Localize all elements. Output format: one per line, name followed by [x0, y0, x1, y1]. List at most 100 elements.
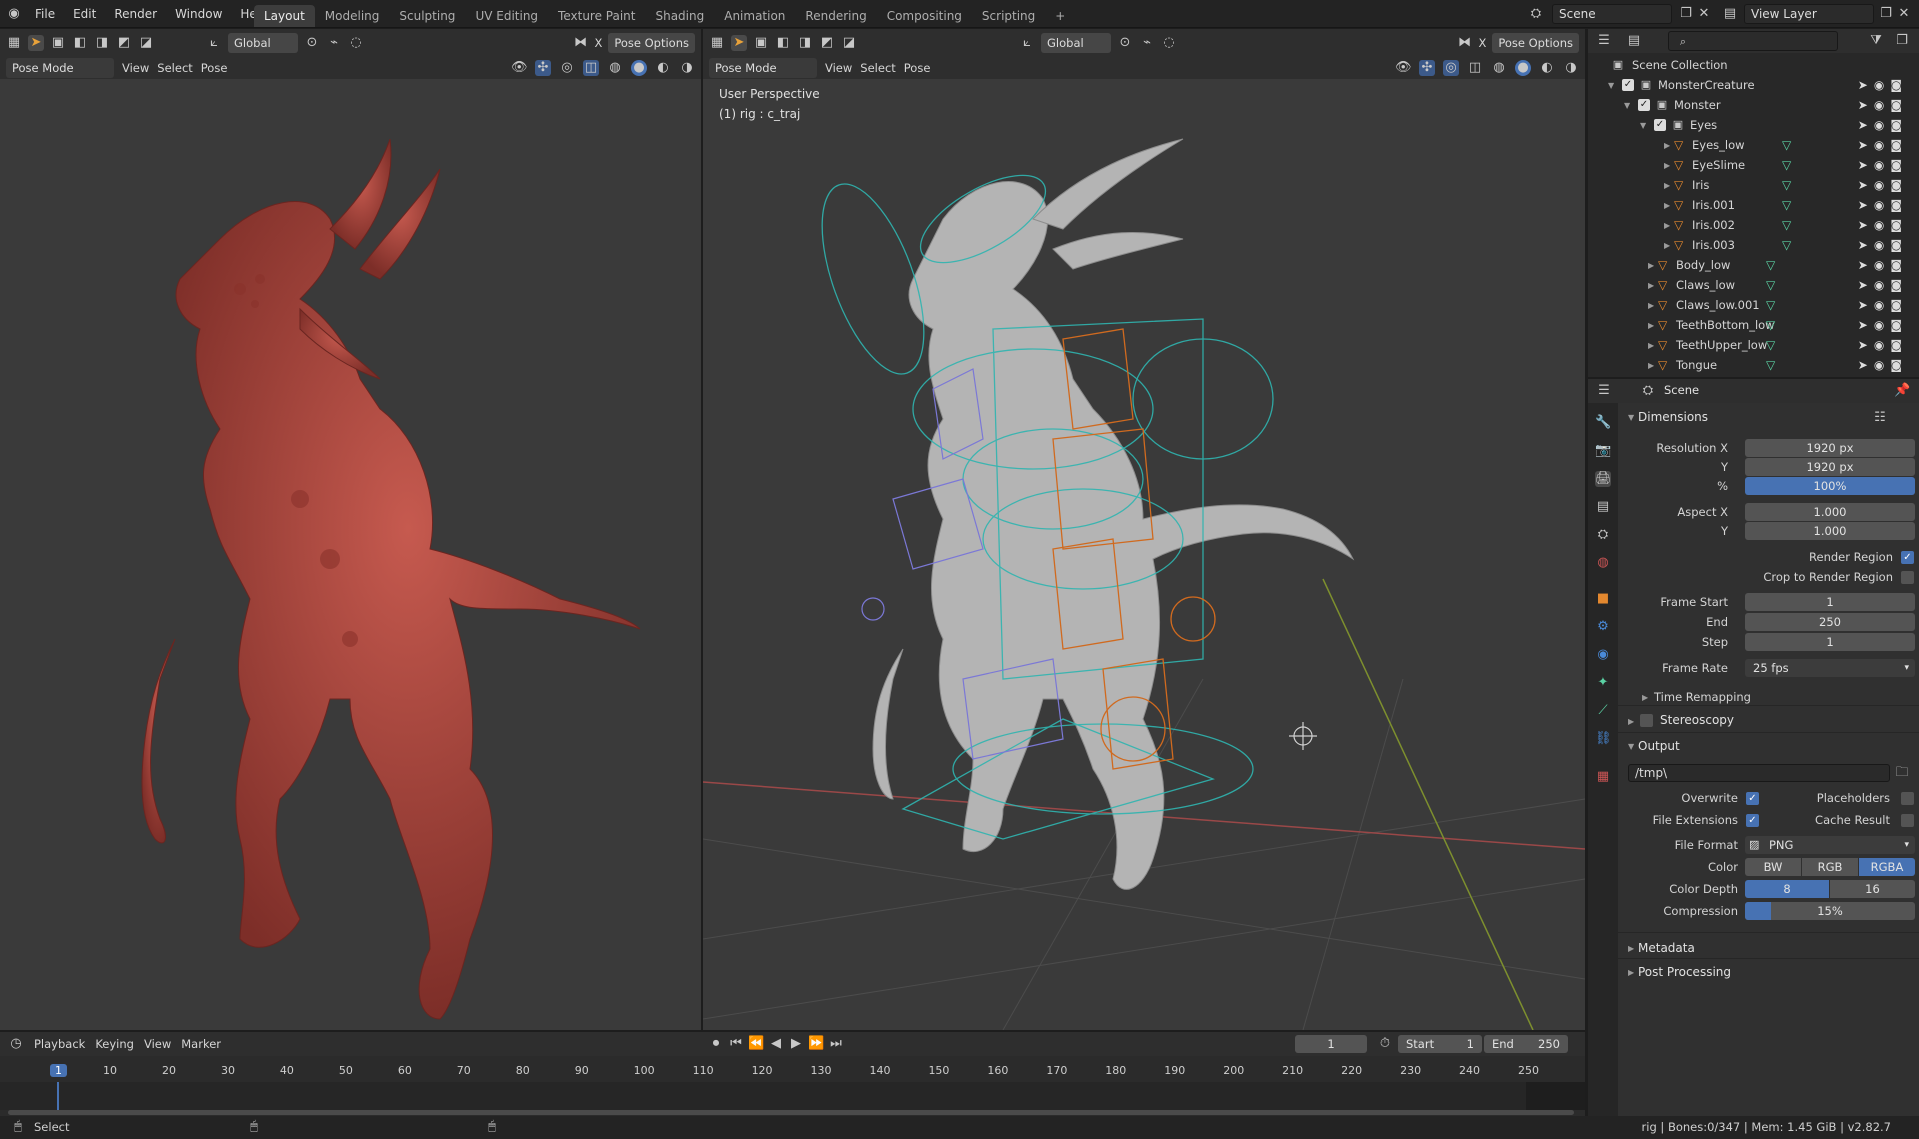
jump-keyframe-back-icon[interactable]: ⏪	[748, 1036, 764, 1052]
keyframe-area[interactable]	[0, 1082, 1585, 1110]
select-subtract-icon[interactable]: ◨	[797, 35, 813, 51]
tool-tab-icon[interactable]: 🔧	[1595, 415, 1611, 431]
outliner-row[interactable]: ▶ ▽ Eyes_low ▽ ➤◉◙	[1588, 135, 1918, 155]
select-invert-icon[interactable]: ◩	[819, 35, 835, 51]
collection-checkbox[interactable]: ✓	[1638, 99, 1650, 111]
close-scene-icon[interactable]: ✕	[1696, 6, 1712, 22]
expand-icon[interactable]: ▶	[1648, 336, 1654, 356]
panel-stereoscopy-header[interactable]: Stereoscopy	[1660, 713, 1734, 727]
visibility-icon[interactable]: 👁	[511, 60, 528, 76]
new-collection-icon[interactable]: ❐	[1894, 33, 1910, 49]
eye-icon[interactable]: ◉	[1874, 138, 1890, 152]
expand-icon[interactable]: ▶	[1664, 196, 1670, 216]
mode-dropdown[interactable]: Pose Mode	[6, 58, 114, 78]
expand-icon[interactable]: ▶	[1648, 356, 1654, 376]
outliner-row[interactable]: ▶ ▽ TeethBottom_low ▽ ➤◉◙	[1588, 315, 1918, 335]
restrict-toggles[interactable]: ➤◉◙	[1858, 75, 1908, 95]
scene-tab-icon[interactable]: ⛭	[1595, 527, 1611, 543]
pose-options-dropdown[interactable]: Pose Options	[1492, 33, 1579, 53]
mirror-x-label[interactable]: X	[1478, 36, 1486, 50]
blender-logo-icon[interactable]: ◉	[6, 6, 22, 22]
transform-orientation-icon[interactable]: ⟀	[1019, 35, 1035, 51]
camera-icon[interactable]: ◙	[1890, 78, 1908, 92]
panel-time-remapping-header[interactable]: Time Remapping	[1654, 690, 1751, 704]
file-extensions-checkbox[interactable]: ✓	[1746, 814, 1759, 827]
select-subtract-icon[interactable]: ◨	[94, 35, 110, 51]
new-scene-icon[interactable]: ❐	[1678, 6, 1694, 22]
selectable-icon[interactable]: ➤	[1858, 358, 1874, 372]
gizmo-icon[interactable]: ✣	[1419, 60, 1435, 76]
editor-type-icon[interactable]: ▦	[6, 35, 22, 51]
select-invert-icon[interactable]: ◩	[116, 35, 132, 51]
restrict-toggles[interactable]: ➤◉◙	[1858, 295, 1908, 315]
select-tool-icon[interactable]: ➤	[28, 35, 44, 51]
properties-editor-type-icon[interactable]: ☰	[1596, 383, 1612, 399]
outliner-row[interactable]: ▶ ▽ EyeSlime ▽ ➤◉◙	[1588, 155, 1918, 175]
eye-icon[interactable]: ◉	[1874, 98, 1890, 112]
selectable-icon[interactable]: ➤	[1858, 258, 1874, 272]
outliner-row[interactable]: ▶ ▽ Body_low ▽ ➤◉◙	[1588, 255, 1918, 275]
visibility-icon[interactable]: 👁	[1395, 60, 1412, 76]
jump-start-icon[interactable]: ⏮	[728, 1036, 744, 1052]
resolution-percentage-slider[interactable]: 100%	[1745, 477, 1915, 495]
current-frame-field[interactable]: 1	[1295, 1035, 1367, 1053]
restrict-toggles[interactable]: ➤◉◙	[1858, 215, 1908, 235]
camera-icon[interactable]: ◙	[1890, 358, 1908, 372]
overlay-icon[interactable]: ◎	[1443, 60, 1459, 76]
close-view-layer-icon[interactable]: ✕	[1896, 6, 1912, 22]
expand-icon[interactable]: ▶	[1664, 216, 1670, 236]
xray-icon[interactable]: ◫	[1467, 60, 1483, 76]
output-tab-icon[interactable]: 🖨	[1595, 471, 1612, 487]
tab-layout[interactable]: Layout	[254, 4, 315, 27]
outliner-row-scene-collection[interactable]: ▣ Scene Collection	[1588, 55, 1918, 75]
world-tab-icon[interactable]: ◍	[1595, 555, 1611, 571]
frame-start-field[interactable]: Start 1	[1398, 1035, 1482, 1053]
color-rgb-button[interactable]: RGB	[1802, 858, 1858, 876]
render-tab-icon[interactable]: 📷	[1595, 443, 1611, 459]
expand-icon[interactable]: ▶	[1648, 296, 1654, 316]
frame-ruler[interactable]: 1 10 20 30 40 50 60 70 80 90 100 110 120 130 140 150 160…	[0, 1062, 1585, 1082]
outliner-row[interactable]: ▼ ✓ ▣ MonsterCreature ➤◉◙	[1588, 75, 1918, 95]
color-depth-8-button[interactable]: 8	[1745, 880, 1829, 898]
tab-compositing[interactable]: Compositing	[877, 5, 972, 27]
selectable-icon[interactable]: ➤	[1858, 198, 1874, 212]
xray-icon[interactable]: ◫	[583, 60, 599, 76]
tab-modeling[interactable]: Modeling	[315, 5, 390, 27]
outliner-row[interactable]: ▼ ✓ ▣ Monster ➤◉◙	[1588, 95, 1918, 115]
mode-dropdown[interactable]: Pose Mode	[709, 58, 817, 78]
select-intersect-icon[interactable]: ◪	[138, 35, 154, 51]
expand-icon[interactable]: ▼	[1640, 116, 1646, 136]
timeline-editor-type-icon[interactable]: ◷	[8, 1036, 24, 1052]
camera-icon[interactable]: ◙	[1890, 158, 1908, 172]
mirror-x-icon[interactable]: ⧓	[1456, 35, 1472, 51]
camera-icon[interactable]: ◙	[1890, 298, 1908, 312]
color-depth-16-button[interactable]: 16	[1830, 880, 1915, 898]
selectable-icon[interactable]: ➤	[1858, 158, 1874, 172]
bone-tab-icon[interactable]: ⟋	[1595, 703, 1611, 719]
modifier-tab-icon[interactable]: ⚙	[1595, 619, 1611, 635]
jump-keyframe-forward-icon[interactable]: ⏩	[808, 1036, 824, 1052]
wireframe-shading-icon[interactable]: ◍	[1491, 60, 1507, 76]
selectable-icon[interactable]: ➤	[1858, 98, 1874, 112]
color-bw-button[interactable]: BW	[1745, 858, 1801, 876]
camera-icon[interactable]: ◙	[1890, 98, 1908, 112]
overwrite-checkbox[interactable]: ✓	[1746, 792, 1759, 805]
menu-render[interactable]: Render	[105, 0, 166, 28]
compression-slider[interactable]: 15%	[1745, 902, 1915, 920]
expand-icon[interactable]: ▶	[1628, 968, 1634, 977]
camera-icon[interactable]: ◙	[1890, 178, 1908, 192]
restrict-toggles[interactable]: ➤◉◙	[1858, 115, 1908, 135]
eye-icon[interactable]: ◉	[1874, 278, 1890, 292]
left-viewport-canvas[interactable]	[0, 79, 701, 1030]
object-data-tab-icon[interactable]: ✦	[1595, 675, 1611, 691]
expand-icon[interactable]: ▼	[1608, 76, 1614, 96]
selectable-icon[interactable]: ➤	[1858, 138, 1874, 152]
menu-view[interactable]: View	[144, 1037, 171, 1051]
select-extend-icon[interactable]: ◧	[775, 35, 791, 51]
solid-shading-icon[interactable]: ●	[631, 60, 647, 76]
outliner-editor-type-icon[interactable]: ☰	[1596, 33, 1612, 49]
menu-pose[interactable]: Pose	[904, 61, 931, 75]
expand-icon[interactable]: ▶	[1664, 176, 1670, 196]
record-icon[interactable]: ⏺	[708, 1036, 724, 1052]
pivot-point-icon[interactable]: ⊙	[1117, 35, 1133, 51]
